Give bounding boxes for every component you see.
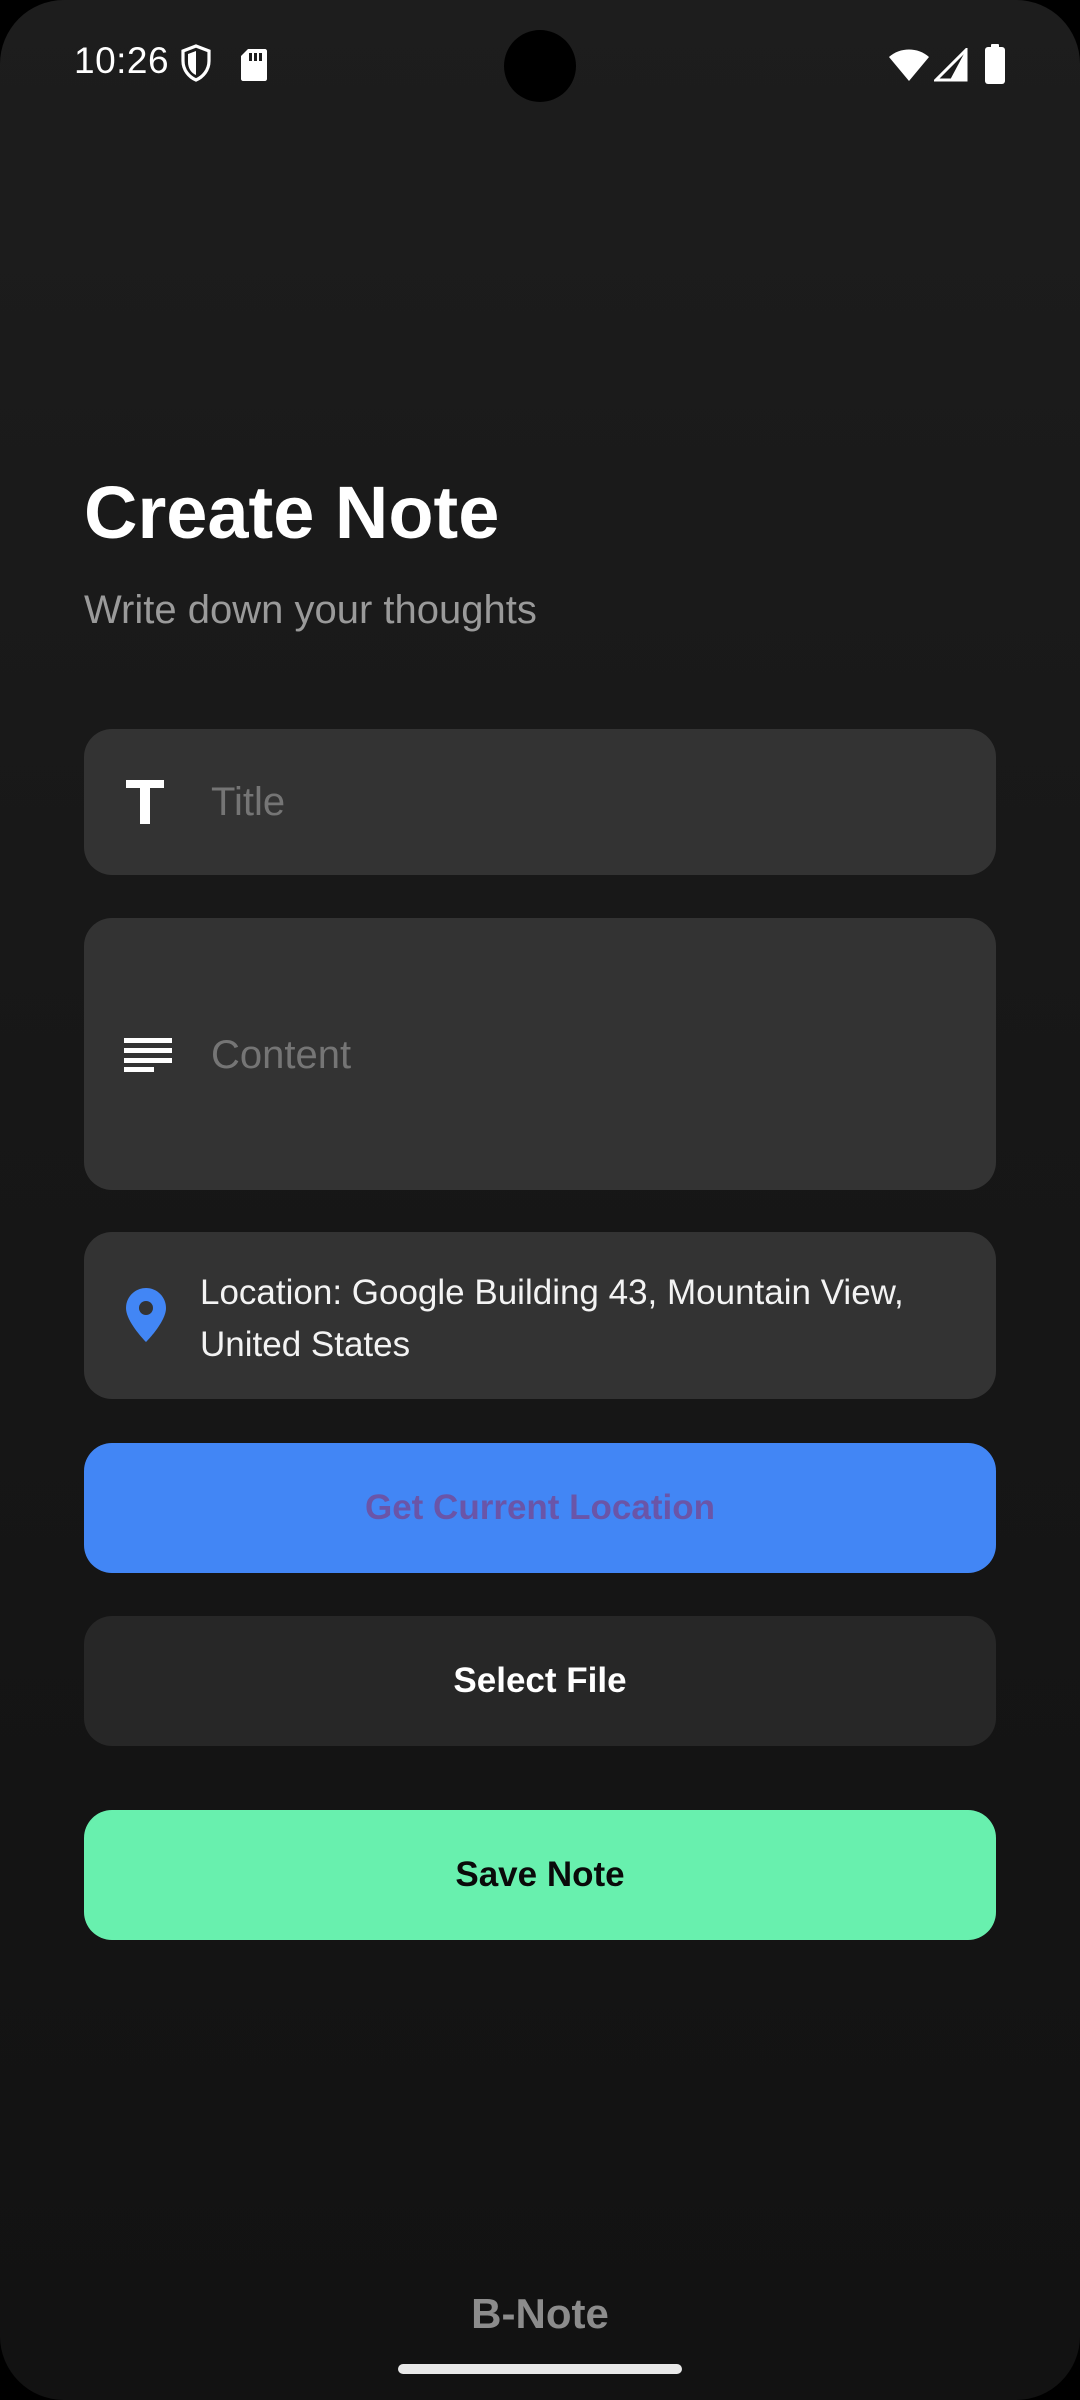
- save-note-button[interactable]: Save Note: [84, 1810, 996, 1940]
- content-field[interactable]: [84, 918, 996, 1190]
- status-bar: 10:26: [0, 0, 1080, 130]
- location-text: Location: Google Building 43, Mountain V…: [200, 1273, 904, 1364]
- page-subtitle: Write down your thoughts: [84, 588, 537, 632]
- home-indicator[interactable]: [398, 2364, 682, 2374]
- app-brand: B-Note: [471, 2290, 609, 2337]
- app-screen: 10:26 Create Note Write down your though…: [0, 0, 1080, 2400]
- shield-icon: [180, 44, 212, 87]
- notes-lines-icon: [124, 1038, 172, 1077]
- location-pin-icon: [126, 1288, 166, 1347]
- text-title-icon: [126, 780, 164, 829]
- status-time: 10:26: [74, 40, 170, 81]
- wifi-icon: [888, 48, 930, 87]
- title-field[interactable]: [84, 729, 996, 875]
- page-title: Create Note: [84, 471, 500, 554]
- get-location-button[interactable]: Get Current Location: [84, 1443, 996, 1573]
- title-input[interactable]: [211, 777, 951, 827]
- signal-icon: [932, 46, 968, 87]
- select-file-button[interactable]: Select File: [84, 1616, 996, 1746]
- battery-icon: [984, 44, 1006, 89]
- location-display: Location: Google Building 43, Mountain V…: [84, 1232, 996, 1399]
- content-input[interactable]: [211, 1030, 951, 1080]
- front-camera: [504, 30, 576, 102]
- sd-card-icon: [240, 48, 268, 87]
